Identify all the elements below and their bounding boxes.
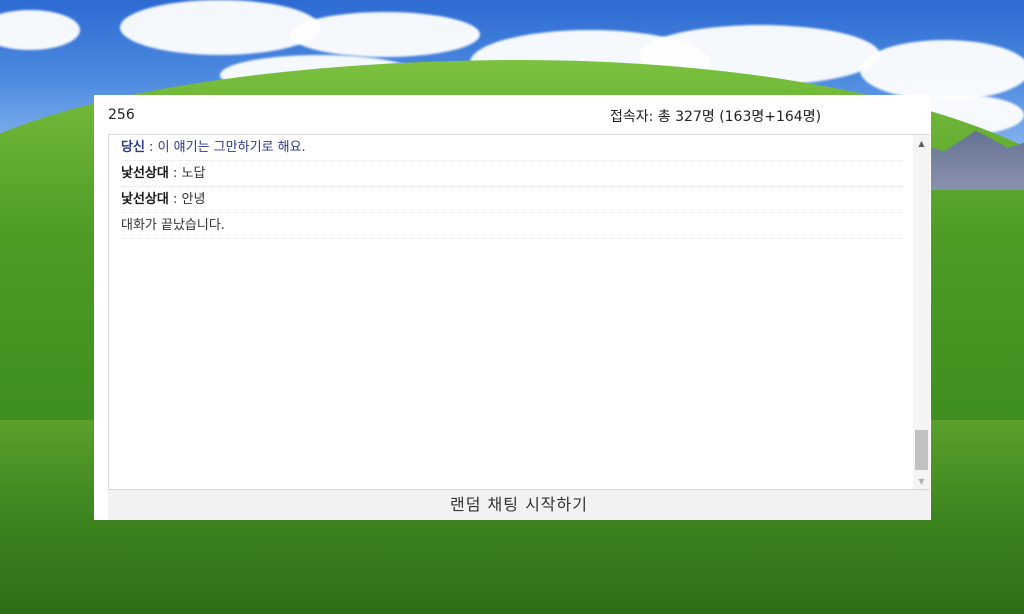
message-list: 당신 : 이 얘기는 그만하기로 해요. 낯선상대 : 노답 낯선상대 : 안녕… bbox=[109, 135, 914, 239]
system-message: 대화가 끝났습니다. bbox=[121, 213, 904, 239]
chat-window: 256 접속자: 총 327명 (163명+164명) 당신 : 이 얘기는 그… bbox=[94, 95, 931, 520]
start-random-chat-button[interactable]: 랜덤 채팅 시작하기 bbox=[108, 489, 930, 520]
message-panel[interactable]: 당신 : 이 얘기는 그만하기로 해요. 낯선상대 : 노답 낯선상대 : 안녕… bbox=[108, 134, 930, 489]
message-item: 낯선상대 : 안녕 bbox=[121, 187, 904, 213]
message-separator: : bbox=[144, 140, 158, 155]
triangle-down-icon[interactable]: ▼ bbox=[913, 473, 930, 489]
message-text: 안녕 bbox=[181, 192, 206, 207]
message-separator: : bbox=[168, 166, 182, 181]
message-text: 대화가 끝났습니다. bbox=[121, 218, 225, 233]
scroll-thumb[interactable] bbox=[915, 430, 928, 470]
message-text: 이 얘기는 그만하기로 해요. bbox=[157, 140, 306, 155]
scrollbar[interactable]: ▲ ▼ bbox=[913, 135, 930, 489]
cloud bbox=[860, 40, 1024, 100]
chat-header: 256 접속자: 총 327명 (163명+164명) bbox=[94, 95, 931, 133]
message-sender: 낯선상대 bbox=[121, 166, 169, 181]
cloud bbox=[290, 12, 480, 57]
cloud bbox=[120, 0, 320, 55]
message-sender: 당신 bbox=[121, 140, 145, 155]
message-item: 낯선상대 : 노답 bbox=[121, 161, 904, 187]
message-sender: 낯선상대 bbox=[121, 192, 169, 207]
message-separator: : bbox=[168, 192, 182, 207]
triangle-up-icon[interactable]: ▲ bbox=[913, 135, 930, 152]
user-count-stats: 접속자: 총 327명 (163명+164명) bbox=[610, 109, 822, 125]
message-text: 노답 bbox=[181, 166, 206, 181]
message-item: 당신 : 이 얘기는 그만하기로 해요. bbox=[121, 135, 904, 161]
room-number: 256 bbox=[108, 107, 135, 123]
